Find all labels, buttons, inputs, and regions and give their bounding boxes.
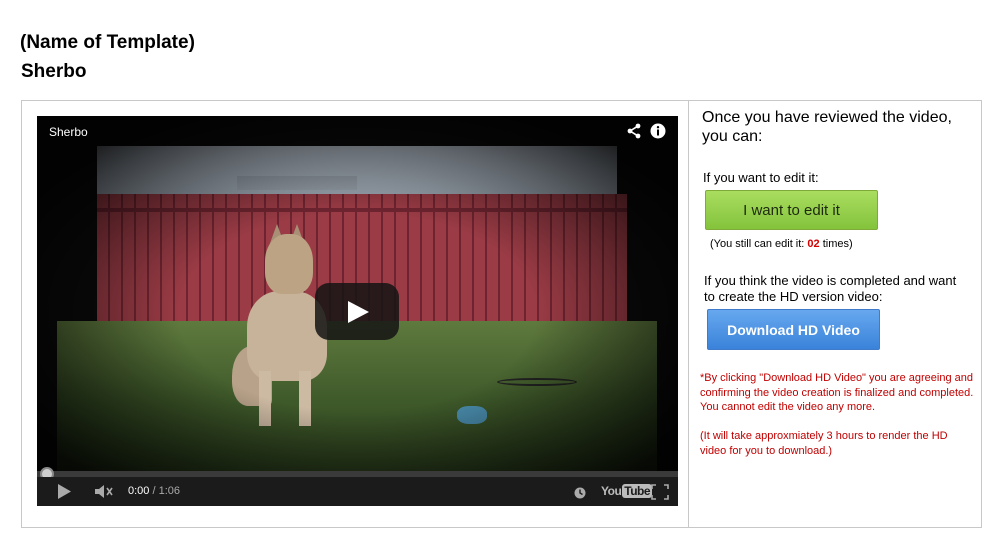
edit-note-prefix: (You still can edit it:: [710, 238, 808, 250]
youtube-logo-tube: Tube: [622, 484, 653, 498]
fullscreen-icon[interactable]: [651, 484, 669, 505]
hd-label: If you think the video is completed and …: [704, 273, 957, 304]
render-time-note: (It will take approxmiately 3 hours to r…: [700, 430, 948, 457]
play-icon: [348, 301, 369, 323]
panel-intro: Once you have reviewed the video, you ca…: [702, 109, 952, 145]
agreement-warning: *By clicking "Download HD Video" you are…: [700, 372, 974, 413]
template-label: (Name of Template): [20, 32, 195, 53]
download-hd-button[interactable]: Download HD Video: [707, 309, 880, 350]
content-frame: Sherbo 0:00 / 1:06 You Tube Once you hav…: [21, 100, 982, 528]
time-separator: /: [149, 485, 159, 497]
youtube-logo[interactable]: You Tube: [601, 484, 653, 498]
edit-count: 02: [807, 238, 820, 250]
info-icon[interactable]: [650, 123, 666, 139]
share-icon[interactable]: [626, 123, 642, 139]
video-frame[interactable]: Sherbo: [37, 116, 678, 472]
edit-button[interactable]: I want to edit it: [705, 190, 878, 230]
column-divider: [688, 101, 689, 527]
play-overlay-button[interactable]: [315, 283, 399, 340]
play-icon[interactable]: [57, 484, 71, 504]
youtube-logo-you: You: [601, 484, 622, 498]
video-player[interactable]: Sherbo 0:00 / 1:06 You Tube: [37, 116, 678, 506]
clock-icon[interactable]: [574, 486, 586, 504]
edit-note-suffix: times): [819, 238, 853, 250]
edit-label: If you want to edit it:: [703, 170, 819, 185]
player-controls: 0:00 / 1:06 You Tube: [37, 477, 678, 506]
volume-icon[interactable]: [95, 484, 115, 504]
duration: 1:06: [158, 485, 181, 497]
edit-note: (You still can edit it: 02 times): [710, 238, 853, 250]
template-name: Sherbo: [21, 61, 87, 82]
video-title[interactable]: Sherbo: [49, 125, 88, 139]
time-display: 0:00 / 1:06: [128, 485, 180, 497]
current-time: 0:00: [128, 485, 150, 497]
